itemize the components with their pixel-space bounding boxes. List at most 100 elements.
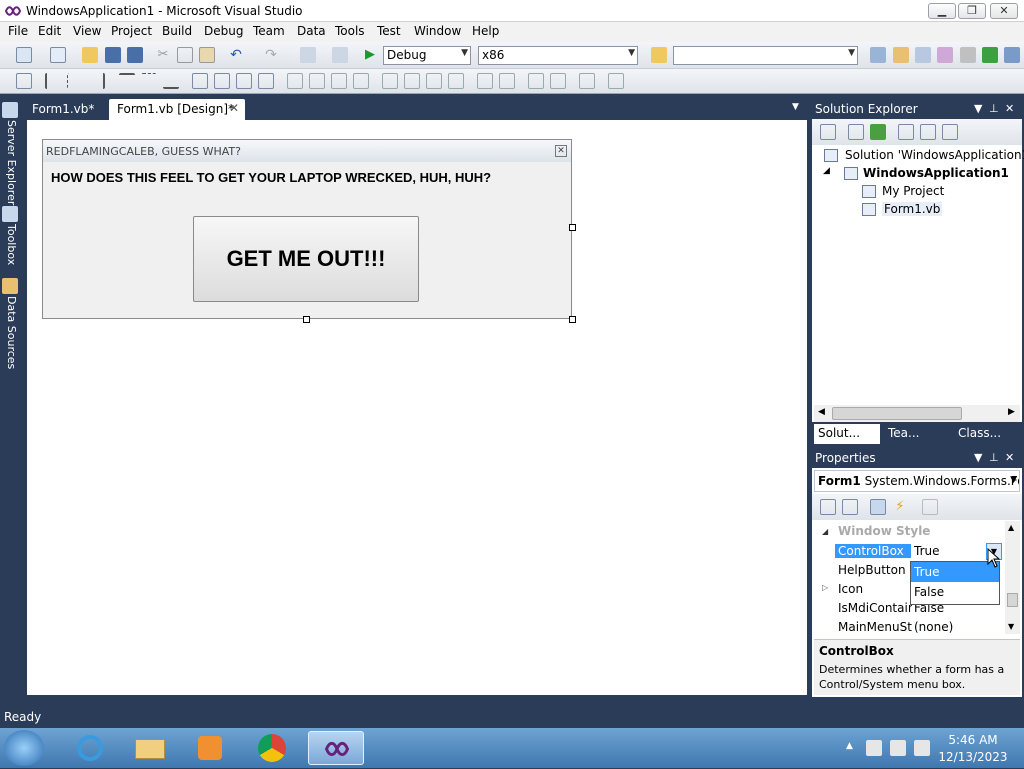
object-browser-icon[interactable] bbox=[915, 47, 931, 63]
add-item-icon[interactable] bbox=[50, 47, 66, 63]
save-icon[interactable] bbox=[105, 47, 121, 63]
scroll-down-icon[interactable]: ▼ bbox=[1008, 622, 1014, 631]
maximize-button[interactable]: ❐ bbox=[958, 3, 986, 19]
properties-icon[interactable] bbox=[820, 124, 836, 140]
panel-menu-icon[interactable]: ▼ bbox=[974, 102, 982, 115]
solution-explorer-icon[interactable] bbox=[870, 47, 886, 63]
save-all-icon[interactable] bbox=[127, 47, 143, 63]
extensions-icon[interactable] bbox=[960, 47, 976, 63]
menu-edit[interactable]: Edit bbox=[38, 24, 61, 38]
panel-menu-icon[interactable]: ▼ bbox=[974, 451, 982, 464]
menu-debug[interactable]: Debug bbox=[204, 24, 243, 38]
make-same-width-icon[interactable] bbox=[192, 73, 208, 89]
collapse-category-icon[interactable]: ◢ bbox=[822, 527, 828, 536]
tree-form1-vb[interactable]: Form1.vb bbox=[882, 202, 943, 216]
align-centers-icon[interactable] bbox=[67, 73, 83, 89]
server-explorer-tab[interactable]: Server Explorer bbox=[2, 120, 18, 205]
categorized-icon[interactable] bbox=[820, 499, 836, 515]
scroll-up-icon[interactable]: ▲ bbox=[1008, 523, 1014, 532]
remove-v-spacing-icon[interactable] bbox=[448, 73, 464, 89]
solution-configuration-select[interactable]: Debug ▼ bbox=[383, 46, 471, 65]
menu-build[interactable]: Build bbox=[162, 24, 192, 38]
tab-form1-design[interactable]: Form1.vb [Design]* ✕ bbox=[109, 99, 245, 120]
resize-handle-bottom[interactable] bbox=[303, 316, 310, 323]
menu-data[interactable]: Data bbox=[297, 24, 326, 38]
remove-h-spacing-icon[interactable] bbox=[353, 73, 369, 89]
form-label[interactable]: HOW DOES THIS FEEL TO GET YOUR LAPTOP WR… bbox=[51, 170, 491, 185]
data-sources-tab[interactable]: Data Sources bbox=[2, 296, 18, 369]
property-row-mainmenustrip[interactable]: MainMenuStr (none) bbox=[814, 618, 1004, 634]
navigate-back-icon[interactable] bbox=[300, 47, 316, 63]
get-me-out-button[interactable]: GET ME OUT!!! bbox=[193, 216, 419, 302]
decrease-h-spacing-icon[interactable] bbox=[331, 73, 347, 89]
align-to-grid-icon[interactable] bbox=[16, 73, 32, 89]
alphabetical-icon[interactable] bbox=[842, 499, 858, 515]
menu-help[interactable]: Help bbox=[472, 24, 499, 38]
navigate-forward-icon[interactable] bbox=[332, 47, 348, 63]
send-to-back-icon[interactable] bbox=[550, 73, 566, 89]
pin-icon[interactable]: ⊥ bbox=[989, 102, 999, 115]
action-center-icon[interactable] bbox=[866, 740, 882, 756]
open-folder-icon[interactable] bbox=[82, 47, 98, 63]
panel-close-icon[interactable]: ✕ bbox=[1005, 451, 1014, 464]
horizontal-scrollbar[interactable]: ◀ ▶ bbox=[814, 405, 1020, 422]
expand-icon[interactable]: ▷ bbox=[822, 583, 828, 592]
redo-icon[interactable]: ↷ bbox=[263, 47, 279, 63]
volume-icon[interactable] bbox=[914, 740, 930, 756]
dropdown-option-true[interactable]: True bbox=[911, 562, 999, 582]
align-bottoms-icon[interactable] bbox=[163, 73, 179, 89]
lock-controls-icon[interactable] bbox=[608, 73, 624, 89]
panel-close-icon[interactable]: ✕ bbox=[1005, 102, 1014, 115]
menu-window[interactable]: Window bbox=[414, 24, 461, 38]
pin-icon[interactable]: ⊥ bbox=[989, 451, 999, 464]
property-value[interactable]: True bbox=[914, 544, 940, 558]
tree-my-project[interactable]: My Project bbox=[882, 184, 944, 198]
minimize-button[interactable]: ▁ bbox=[928, 3, 956, 19]
tab-team-explorer[interactable]: Tea... bbox=[884, 424, 923, 444]
view-code-icon[interactable] bbox=[898, 124, 914, 140]
horizontal-spacing-icon[interactable] bbox=[287, 73, 303, 89]
view-class-diagram-icon[interactable] bbox=[942, 124, 958, 140]
vertical-scrollbar[interactable]: ▲ ▼ bbox=[1005, 521, 1020, 634]
events-icon[interactable]: ⚡ bbox=[892, 499, 908, 515]
chrome-icon[interactable] bbox=[244, 731, 300, 765]
start-page-icon[interactable] bbox=[982, 47, 998, 63]
tab-class-view[interactable]: Class... bbox=[954, 424, 1005, 444]
center-vertically-icon[interactable] bbox=[499, 73, 515, 89]
expand-icon[interactable]: ◢ bbox=[823, 166, 830, 176]
bring-to-front-icon[interactable] bbox=[528, 73, 544, 89]
tab-solution-explorer[interactable]: Solut... bbox=[814, 424, 880, 444]
resize-handle-right[interactable] bbox=[569, 224, 576, 231]
menu-test[interactable]: Test bbox=[377, 24, 401, 38]
align-tops-icon[interactable] bbox=[119, 73, 135, 89]
tab-form1-vb[interactable]: Form1.vb* bbox=[24, 99, 102, 120]
menu-file[interactable]: File bbox=[8, 24, 28, 38]
vertical-spacing-icon[interactable] bbox=[382, 73, 398, 89]
refresh-icon[interactable] bbox=[870, 124, 886, 140]
start-button-icon[interactable] bbox=[4, 730, 44, 766]
command-window-icon[interactable] bbox=[1004, 47, 1020, 63]
size-to-grid-icon[interactable] bbox=[258, 73, 274, 89]
document-list-chevron-icon[interactable]: ▼ bbox=[792, 102, 799, 112]
scroll-left-icon[interactable]: ◀ bbox=[818, 407, 825, 417]
increase-h-spacing-icon[interactable] bbox=[309, 73, 325, 89]
undo-icon[interactable]: ↶ bbox=[228, 47, 244, 63]
view-designer-icon[interactable] bbox=[920, 124, 936, 140]
designer-form[interactable]: REDFLAMINGCALEB, GUESS WHAT? ✕ HOW DOES … bbox=[42, 139, 572, 319]
new-project-icon[interactable] bbox=[16, 47, 32, 63]
cut-icon[interactable]: ✂ bbox=[155, 47, 171, 63]
find-in-files-icon[interactable] bbox=[651, 47, 667, 63]
paste-icon[interactable] bbox=[199, 47, 215, 63]
visual-studio-taskbar-icon[interactable] bbox=[308, 731, 364, 765]
property-pages-icon[interactable] bbox=[922, 499, 938, 515]
properties-window-icon[interactable] bbox=[893, 47, 909, 63]
close-button[interactable]: ✕ bbox=[990, 3, 1018, 19]
property-row-controlbox[interactable]: ControlBox True ▼ bbox=[814, 542, 1004, 561]
toolbox-icon[interactable] bbox=[937, 47, 953, 63]
increase-v-spacing-icon[interactable] bbox=[404, 73, 420, 89]
properties-view-icon[interactable] bbox=[870, 499, 886, 515]
scroll-right-icon[interactable]: ▶ bbox=[1008, 407, 1015, 417]
close-tab-icon[interactable]: ✕ bbox=[229, 101, 239, 115]
align-lefts-icon[interactable] bbox=[45, 73, 61, 89]
object-selector[interactable]: Form1 System.Windows.Forms.Fo ▼ bbox=[814, 470, 1020, 492]
